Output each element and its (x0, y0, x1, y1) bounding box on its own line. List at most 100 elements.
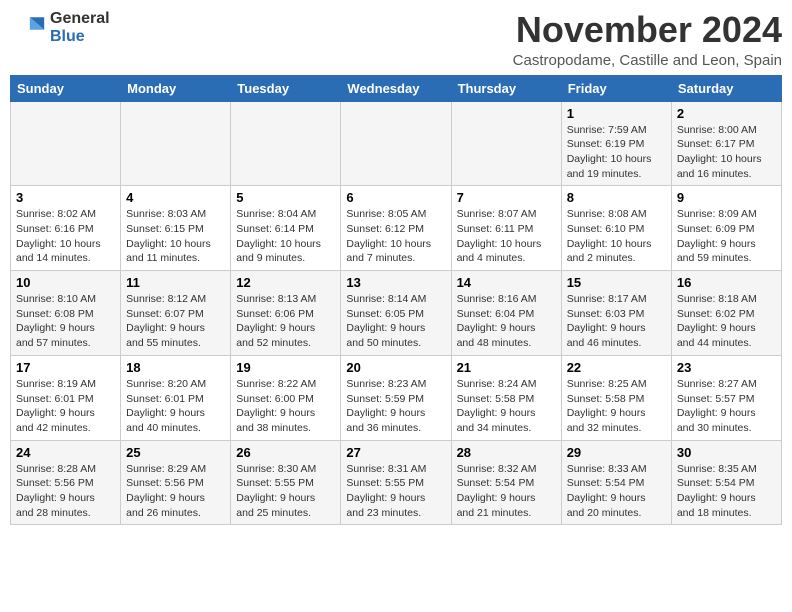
day-cell: 13Sunrise: 8:14 AM Sunset: 6:05 PM Dayli… (341, 271, 451, 356)
weekday-header-wednesday: Wednesday (341, 75, 451, 101)
day-number: 14 (457, 275, 556, 290)
day-info: Sunrise: 8:18 AM Sunset: 6:02 PM Dayligh… (677, 292, 776, 351)
day-cell: 24Sunrise: 8:28 AM Sunset: 5:56 PM Dayli… (11, 440, 121, 525)
day-info: Sunrise: 8:28 AM Sunset: 5:56 PM Dayligh… (16, 462, 115, 521)
day-number: 13 (346, 275, 445, 290)
day-info: Sunrise: 8:02 AM Sunset: 6:16 PM Dayligh… (16, 207, 115, 266)
day-cell: 23 Sunrise: 8:27 AM Sunset: 5:57 PM Dayli… (671, 355, 781, 440)
calendar-table: SundayMondayTuesdayWednesdayThursdayFrid… (10, 75, 782, 526)
page-header: General Blue November 2024 Castropodame,… (10, 10, 782, 69)
logo: General Blue (10, 10, 110, 46)
day-cell: 27 Sunrise: 8:31 AM Sunset: 5:55 PM Dayli… (341, 440, 451, 525)
day-info: Sunrise: 8:32 AM Sunset: 5:54 PM Dayligh… (457, 462, 556, 521)
weekday-header-sunday: Sunday (11, 75, 121, 101)
day-number: 18 (126, 360, 225, 375)
day-cell: 26 Sunrise: 8:30 AM Sunset: 5:55 PM Dayli… (231, 440, 341, 525)
day-number: 8 (567, 190, 666, 205)
month-title: November 2024 (513, 10, 782, 50)
day-info: Sunrise: 8:20 AM Sunset: 6:01 PM Dayligh… (126, 377, 225, 436)
day-number: 10 (16, 275, 115, 290)
day-info: Sunrise: 8:03 AM Sunset: 6:15 PM Dayligh… (126, 207, 225, 266)
day-number: 26 (236, 445, 335, 460)
title-block: November 2024 Castropodame, Castille and… (513, 10, 782, 69)
day-cell: 6 Sunrise: 8:05 AM Sunset: 6:12 PM Daylig… (341, 186, 451, 271)
day-info: Sunrise: 8:13 AM Sunset: 6:06 PM Dayligh… (236, 292, 335, 351)
day-cell: 11 Sunrise: 8:12 AM Sunset: 6:07 PM Dayli… (121, 271, 231, 356)
day-info: Sunrise: 8:17 AM Sunset: 6:03 PM Dayligh… (567, 292, 666, 351)
day-number: 20 (346, 360, 445, 375)
day-info: Sunrise: 8:31 AM Sunset: 5:55 PM Dayligh… (346, 462, 445, 521)
day-number: 6 (346, 190, 445, 205)
day-cell: 9 Sunrise: 8:09 AM Sunset: 6:09 PM Daylig… (671, 186, 781, 271)
day-cell: 5 Sunrise: 8:04 AM Sunset: 6:14 PM Daylig… (231, 186, 341, 271)
location-subtitle: Castropodame, Castille and Leon, Spain (513, 52, 782, 69)
day-info: Sunrise: 8:05 AM Sunset: 6:12 PM Dayligh… (346, 207, 445, 266)
day-info: Sunrise: 8:10 AM Sunset: 6:08 PM Dayligh… (16, 292, 115, 351)
day-info: Sunrise: 8:19 AM Sunset: 6:01 PM Dayligh… (16, 377, 115, 436)
day-number: 11 (126, 275, 225, 290)
day-cell: 17Sunrise: 8:19 AM Sunset: 6:01 PM Dayli… (11, 355, 121, 440)
day-info: Sunrise: 8:33 AM Sunset: 5:54 PM Dayligh… (567, 462, 666, 521)
day-number: 27 (346, 445, 445, 460)
day-number: 21 (457, 360, 556, 375)
day-number: 2 (677, 106, 776, 121)
day-cell: 29 Sunrise: 8:33 AM Sunset: 5:54 PM Dayli… (561, 440, 671, 525)
day-info: Sunrise: 8:25 AM Sunset: 5:58 PM Dayligh… (567, 377, 666, 436)
day-info: Sunrise: 8:07 AM Sunset: 6:11 PM Dayligh… (457, 207, 556, 266)
day-cell: 12 Sunrise: 8:13 AM Sunset: 6:06 PM Dayli… (231, 271, 341, 356)
day-number: 23 (677, 360, 776, 375)
day-number: 9 (677, 190, 776, 205)
day-info: Sunrise: 8:09 AM Sunset: 6:09 PM Dayligh… (677, 207, 776, 266)
day-info: Sunrise: 8:27 AM Sunset: 5:57 PM Dayligh… (677, 377, 776, 436)
day-number: 3 (16, 190, 115, 205)
day-number: 4 (126, 190, 225, 205)
day-number: 19 (236, 360, 335, 375)
day-cell: 20 Sunrise: 8:23 AM Sunset: 5:59 PM Dayli… (341, 355, 451, 440)
day-info: Sunrise: 8:24 AM Sunset: 5:58 PM Dayligh… (457, 377, 556, 436)
day-number: 29 (567, 445, 666, 460)
day-cell: 28 Sunrise: 8:32 AM Sunset: 5:54 PM Dayli… (451, 440, 561, 525)
weekday-header-saturday: Saturday (671, 75, 781, 101)
day-cell (121, 101, 231, 186)
day-info: Sunrise: 8:16 AM Sunset: 6:04 PM Dayligh… (457, 292, 556, 351)
week-row-3: 10 Sunrise: 8:10 AM Sunset: 6:08 PM Dayli… (11, 271, 782, 356)
weekday-header-tuesday: Tuesday (231, 75, 341, 101)
weekday-header-row: SundayMondayTuesdayWednesdayThursdayFrid… (11, 75, 782, 101)
day-info: Sunrise: 8:00 AM Sunset: 6:17 PM Dayligh… (677, 123, 776, 182)
day-cell: 1Sunrise: 7:59 AM Sunset: 6:19 PM Daylig… (561, 101, 671, 186)
day-cell (341, 101, 451, 186)
day-info: Sunrise: 8:04 AM Sunset: 6:14 PM Dayligh… (236, 207, 335, 266)
day-cell: 19 Sunrise: 8:22 AM Sunset: 6:00 PM Dayli… (231, 355, 341, 440)
day-cell: 21 Sunrise: 8:24 AM Sunset: 5:58 PM Dayli… (451, 355, 561, 440)
day-info: Sunrise: 8:30 AM Sunset: 5:55 PM Dayligh… (236, 462, 335, 521)
week-row-1: 1Sunrise: 7:59 AM Sunset: 6:19 PM Daylig… (11, 101, 782, 186)
day-number: 28 (457, 445, 556, 460)
day-number: 16 (677, 275, 776, 290)
day-cell: 30Sunrise: 8:35 AM Sunset: 5:54 PM Dayli… (671, 440, 781, 525)
weekday-header-thursday: Thursday (451, 75, 561, 101)
day-cell: 3 Sunrise: 8:02 AM Sunset: 6:16 PM Daylig… (11, 186, 121, 271)
day-cell (451, 101, 561, 186)
logo-icon (10, 10, 46, 46)
day-info: Sunrise: 8:22 AM Sunset: 6:00 PM Dayligh… (236, 377, 335, 436)
day-info: Sunrise: 7:59 AM Sunset: 6:19 PM Dayligh… (567, 123, 666, 182)
day-cell (231, 101, 341, 186)
day-number: 22 (567, 360, 666, 375)
day-cell: 4 Sunrise: 8:03 AM Sunset: 6:15 PM Daylig… (121, 186, 231, 271)
day-info: Sunrise: 8:12 AM Sunset: 6:07 PM Dayligh… (126, 292, 225, 351)
logo-text: General Blue (50, 10, 110, 45)
day-cell: 2 Sunrise: 8:00 AM Sunset: 6:17 PM Daylig… (671, 101, 781, 186)
day-number: 15 (567, 275, 666, 290)
week-row-5: 24Sunrise: 8:28 AM Sunset: 5:56 PM Dayli… (11, 440, 782, 525)
day-info: Sunrise: 8:23 AM Sunset: 5:59 PM Dayligh… (346, 377, 445, 436)
day-cell: 25Sunrise: 8:29 AM Sunset: 5:56 PM Dayli… (121, 440, 231, 525)
day-number: 5 (236, 190, 335, 205)
day-cell: 18 Sunrise: 8:20 AM Sunset: 6:01 PM Dayli… (121, 355, 231, 440)
day-info: Sunrise: 8:35 AM Sunset: 5:54 PM Dayligh… (677, 462, 776, 521)
day-number: 7 (457, 190, 556, 205)
weekday-header-friday: Friday (561, 75, 671, 101)
day-cell: 16 Sunrise: 8:18 AM Sunset: 6:02 PM Dayli… (671, 271, 781, 356)
week-row-2: 3 Sunrise: 8:02 AM Sunset: 6:16 PM Daylig… (11, 186, 782, 271)
day-number: 12 (236, 275, 335, 290)
day-cell: 10 Sunrise: 8:10 AM Sunset: 6:08 PM Dayli… (11, 271, 121, 356)
